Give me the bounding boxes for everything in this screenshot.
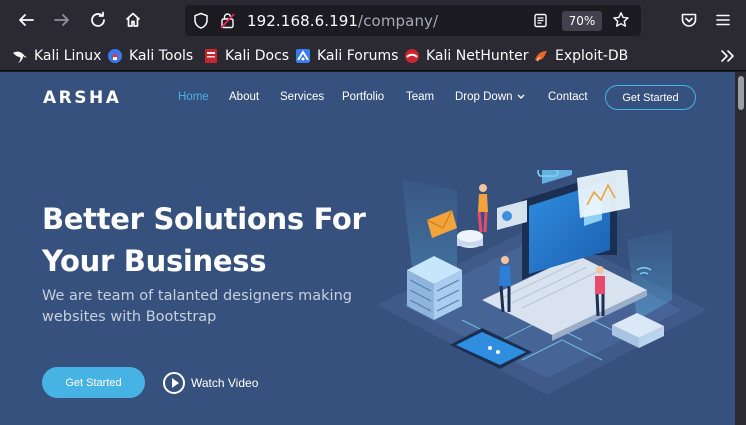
url-text[interactable]: 192.168.6.191/company/ xyxy=(247,12,438,30)
nav-contact[interactable]: Contact xyxy=(548,91,588,103)
bookmark-kali-nethunter[interactable]: Kali NetHunter xyxy=(404,46,528,66)
hero-title-line1: Better Solutions For xyxy=(42,202,366,236)
reload-button[interactable] xyxy=(86,8,110,32)
hero-title: Better Solutions For Your Business xyxy=(42,198,382,282)
home-button[interactable] xyxy=(121,8,145,32)
insecure-lock-icon[interactable] xyxy=(220,12,235,29)
url-bar[interactable]: 192.168.6.191/company/ 70% xyxy=(185,5,641,36)
pocket-icon xyxy=(681,13,697,27)
bookmark-label: Kali Docs xyxy=(225,48,290,64)
nav-services[interactable]: Services xyxy=(280,91,324,103)
bookmark-label: Kali Tools xyxy=(129,48,194,64)
kali-forums-icon xyxy=(296,49,310,63)
back-button[interactable] xyxy=(14,8,38,32)
reader-view-icon[interactable] xyxy=(533,13,548,28)
watch-video-button[interactable]: Watch Video xyxy=(163,371,258,395)
play-circle-icon xyxy=(163,372,185,394)
hero-title-line2: Your Business xyxy=(42,244,267,278)
more-bookmarks-chevron-icon[interactable] xyxy=(719,48,735,64)
scrollbar-thumb[interactable] xyxy=(738,76,744,110)
bookmark-star-icon[interactable] xyxy=(612,11,630,29)
site-logo[interactable]: ARSHA xyxy=(43,88,121,108)
arrow-right-icon xyxy=(54,14,69,26)
page-viewport: ARSHA Home About Services Portfolio Team… xyxy=(0,72,735,425)
bookmark-label: Kali Linux xyxy=(34,48,102,64)
home-icon xyxy=(125,12,141,27)
bookmark-label: Exploit-DB xyxy=(555,48,629,64)
kali-tools-icon xyxy=(108,49,122,63)
hero-get-started-button[interactable]: Get Started xyxy=(42,367,145,398)
pocket-button[interactable] xyxy=(677,8,701,32)
arrow-left-icon xyxy=(19,14,34,26)
kali-docs-icon xyxy=(205,49,217,63)
chevron-down-icon xyxy=(517,94,525,99)
shield-icon[interactable] xyxy=(193,12,209,29)
forward-button[interactable] xyxy=(50,8,74,32)
menu-button[interactable] xyxy=(711,8,735,32)
bookmark-label: Kali Forums xyxy=(317,48,399,64)
browser-toolbar: 192.168.6.191/company/ 70% xyxy=(0,0,746,40)
nav-dropdown[interactable]: Drop Down xyxy=(455,91,525,103)
url-path: /company/ xyxy=(358,12,439,30)
nethunter-icon xyxy=(405,49,419,63)
bookmark-label: Kali NetHunter xyxy=(426,48,529,64)
hero-illustration xyxy=(377,170,707,395)
hero-subtitle-line1: We are team of talanted designers making xyxy=(42,288,352,304)
nav-dropdown-label: Drop Down xyxy=(455,91,513,103)
kali-dragon-icon xyxy=(13,51,27,63)
page-scrollbar[interactable] xyxy=(735,72,746,425)
bookmark-kali-forums[interactable]: Kali Forums xyxy=(295,46,398,66)
exploit-db-icon xyxy=(535,51,547,62)
nav-portfolio[interactable]: Portfolio xyxy=(342,91,384,103)
person-standing xyxy=(477,184,488,233)
bookmark-kali-tools[interactable]: Kali Tools xyxy=(107,46,193,66)
nav-team[interactable]: Team xyxy=(406,91,434,103)
watch-video-label: Watch Video xyxy=(191,376,259,390)
nav-home[interactable]: Home xyxy=(178,91,209,103)
hero-subtitle-line2: websites with Bootstrap xyxy=(42,309,217,325)
nav-about[interactable]: About xyxy=(229,91,259,103)
bookmark-kali-linux[interactable]: Kali Linux xyxy=(12,46,101,66)
bookmarks-toolbar: Kali Linux Kali Tools Kali Docs Kali For… xyxy=(0,40,746,71)
bookmark-exploit-db[interactable]: Exploit-DB xyxy=(533,46,628,66)
hamburger-menu-icon xyxy=(716,14,730,26)
bookmark-kali-docs[interactable]: Kali Docs xyxy=(203,46,289,66)
zoom-level-badge[interactable]: 70% xyxy=(562,11,602,31)
nav-get-started-button[interactable]: Get Started xyxy=(605,85,696,110)
url-host: 192.168.6.191 xyxy=(247,12,359,30)
reload-icon xyxy=(91,11,105,27)
hero-subtitle: We are team of talanted designers making… xyxy=(42,286,382,328)
